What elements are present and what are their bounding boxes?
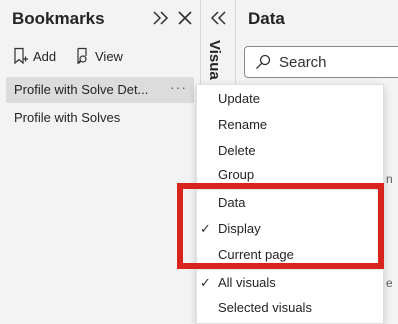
menu-item-rename[interactable]: Rename	[197, 112, 383, 138]
menu-item-label: Rename	[218, 117, 268, 132]
bookmarks-pane: Bookmarks Add View Profile with Solve De…	[0, 0, 201, 324]
bookmark-item[interactable]: Profile with Solves	[6, 105, 194, 131]
bookmark-context-menu: Update Rename Delete Group Data ✓ Displa…	[196, 84, 384, 324]
menu-item-label: Display	[218, 221, 261, 236]
view-bookmarks-button[interactable]: View	[74, 46, 123, 66]
bookmark-item-label: Profile with Solve Det...	[14, 82, 149, 97]
menu-item-label: Group	[218, 167, 255, 182]
search-input[interactable]: Search	[244, 46, 398, 78]
data-field-fragment: n	[386, 172, 393, 186]
menu-item-all-visuals[interactable]: ✓ All visuals	[197, 270, 383, 296]
menu-item-label: Selected visuals	[218, 300, 312, 315]
bookmark-item-label: Profile with Solves	[14, 110, 121, 125]
menu-item-selected-visuals[interactable]: Selected visuals	[197, 295, 383, 321]
search-placeholder: Search	[279, 53, 327, 71]
data-title: Data	[248, 9, 285, 28]
bookmarks-title: Bookmarks	[12, 9, 105, 28]
add-bookmark-icon	[14, 47, 28, 65]
close-icon[interactable]	[176, 9, 194, 27]
add-bookmark-button[interactable]: Add	[12, 46, 56, 66]
checkmark-icon: ✓	[200, 275, 211, 290]
menu-item-label: Data	[218, 195, 246, 210]
menu-item-display[interactable]: ✓ Display	[197, 216, 383, 242]
power-bi-panes: Bookmarks Add View Profile with Solve De…	[0, 0, 398, 324]
menu-item-delete[interactable]: Delete	[197, 138, 383, 164]
menu-item-group[interactable]: Group	[197, 162, 383, 188]
menu-item-update[interactable]: Update	[197, 86, 383, 112]
visualizations-label[interactable]: Visua	[206, 40, 223, 80]
menu-item-label: Current page	[218, 247, 294, 262]
bookmark-item[interactable]: Profile with Solve Det...	[6, 77, 194, 103]
menu-item-label: All visuals	[218, 275, 276, 290]
search-icon	[256, 54, 271, 69]
menu-item-current-page[interactable]: Current page	[197, 242, 383, 268]
view-icon	[77, 47, 87, 65]
expand-pane-icon[interactable]	[209, 9, 227, 27]
view-label: View	[95, 48, 123, 64]
menu-item-label: Update	[218, 91, 260, 106]
more-options-button[interactable]: ···	[170, 78, 190, 100]
checkmark-icon: ✓	[200, 221, 211, 236]
data-field-fragment: e	[386, 276, 393, 290]
collapse-pane-icon[interactable]	[152, 9, 170, 27]
menu-item-label: Delete	[218, 143, 256, 158]
add-label: Add	[33, 48, 57, 64]
menu-item-data[interactable]: Data	[197, 190, 383, 216]
